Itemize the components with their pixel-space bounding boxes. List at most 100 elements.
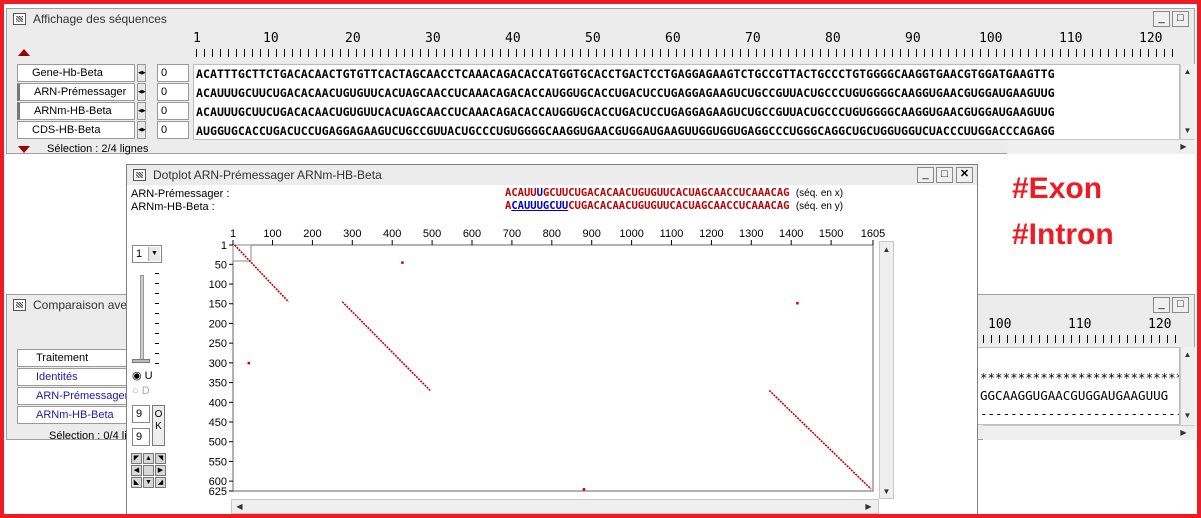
scroll-down-icon[interactable]: ▼: [1181, 124, 1194, 137]
scroll-up-icon[interactable]: ▲: [880, 243, 893, 256]
position-ruler: 1 10 20 30 40 50 60 70 80 90 100 110 120: [193, 31, 1183, 47]
exon-tag: #Exon: [1012, 172, 1103, 205]
y-tick-label: 300: [209, 358, 227, 370]
x-tick-label: 1300: [739, 228, 763, 240]
row-spinner-icon[interactable]: ◀▶: [137, 121, 146, 139]
comparison-line: -------------------------------: [980, 406, 1179, 421]
ruler-label: 40: [505, 31, 521, 46]
selection-status: Sélection : 2/4 lignes: [47, 143, 149, 155]
row-spinner-icon[interactable]: ◀▶: [137, 83, 146, 101]
dotplot-window: Dotplot ARN-Prémessager ARNm-HB-Beta _ □…: [126, 164, 978, 516]
scroll-right-icon[interactable]: ▶: [1177, 426, 1190, 439]
comparison-row-label[interactable]: Traitement: [17, 349, 133, 367]
ruler-label: 70: [745, 31, 761, 46]
x-tick-label: 700: [503, 228, 521, 240]
x-tick-label: 1: [230, 228, 236, 240]
scroll-up-arrow-icon[interactable]: [18, 49, 30, 56]
ruler-label: 30: [425, 31, 441, 46]
ruler-label: 120: [1139, 31, 1163, 46]
y-tick-label: 150: [209, 299, 227, 311]
comparison-horizontal-scrollbar[interactable]: ▶: [983, 425, 1195, 440]
y-tick-label: 350: [209, 378, 227, 390]
sequence-line: ACAUUUGCUUCUGACACAACUGUGUUCACUAGCAACCUCA…: [196, 86, 1055, 100]
y-tick-label: 100: [209, 279, 227, 291]
match-dot: [247, 361, 251, 365]
scroll-down-arrow-icon[interactable]: [18, 146, 30, 153]
window-icon: [13, 13, 26, 25]
sequence-row-label[interactable]: Gene-Hb-Beta: [17, 64, 135, 82]
minimize-button[interactable]: _: [1153, 297, 1170, 313]
window-title: Affichage des séquences: [33, 12, 167, 26]
x-tick-label: 1400: [779, 228, 803, 240]
scroll-down-icon[interactable]: ▼: [1181, 409, 1194, 422]
x-tick-label: 200: [303, 228, 321, 240]
row-offset-field[interactable]: 0: [157, 121, 189, 139]
sequence-line: ACAUUUGCUUCUGACACAACUGUGUUCACUAGCAACCUCA…: [196, 105, 1055, 119]
scroll-down-icon[interactable]: ▼: [880, 485, 893, 498]
x-tick-label: 1605: [861, 228, 885, 240]
window-icon: [13, 299, 26, 311]
window-title: Comparaison avec: [33, 298, 134, 312]
x-tick-label: 800: [543, 228, 561, 240]
comparison-line: *****************************: [980, 370, 1180, 385]
ruler-label: 20: [345, 31, 361, 46]
dotplot-horizontal-scrollbar[interactable]: ◀ ▶: [231, 499, 879, 514]
row-spinner-icon[interactable]: ◀▶: [137, 102, 146, 120]
sequence-horizontal-scrollbar[interactable]: ▶: [1007, 139, 1195, 154]
x-tick-label: 100: [263, 228, 281, 240]
selection-status: Sélection : 0/4 li: [49, 430, 127, 442]
comparison-row-label[interactable]: ARN-Prémessager: [17, 387, 133, 405]
comparison-vertical-scrollbar[interactable]: ▲ ▼: [1180, 347, 1195, 425]
ruler-ticks: [983, 335, 1180, 343]
ruler-label: 120: [1148, 317, 1172, 332]
comparison-row-label[interactable]: ARNm-HB-Beta: [17, 406, 133, 424]
x-tick-label: 1100: [660, 228, 684, 240]
ruler-label: 60: [665, 31, 681, 46]
scroll-right-icon[interactable]: ▶: [862, 500, 875, 513]
comparison-sequence-area[interactable]: ***************************** GGCAAGGUGAA…: [977, 347, 1180, 425]
row-offset-field[interactable]: 0: [157, 102, 189, 120]
scroll-up-icon[interactable]: ▲: [1181, 65, 1194, 78]
match-dot: [796, 301, 799, 305]
sequence-row-label[interactable]: CDS-HB-Beta: [17, 121, 135, 139]
maximize-button[interactable]: □: [1172, 297, 1189, 313]
y-tick-label: 200: [209, 318, 227, 330]
match-dot: [582, 488, 586, 491]
match-dot: [401, 261, 404, 264]
x-tick-label: 500: [423, 228, 441, 240]
y-tick-label: 250: [209, 338, 227, 350]
scroll-left-icon[interactable]: ◀: [233, 500, 246, 513]
sequence-display-titlebar[interactable]: Affichage des séquences _ □: [7, 9, 1194, 29]
sequence-row-label[interactable]: ARN-Prémessager: [17, 83, 135, 101]
ruler-label: 100: [988, 317, 1012, 332]
sequence-area[interactable]: ACATTTGCTTCTGACACAACTGTGTTCACTAGCAACCTCA…: [193, 64, 1180, 140]
comparison-line: GGCAAGGUGAACGUGGAUGAAGUUG: [980, 388, 1169, 403]
row-spinner-icon[interactable]: ◀▶: [137, 64, 146, 82]
ruler-label: 10: [263, 31, 279, 46]
row-offset-field[interactable]: 0: [157, 83, 189, 101]
sequence-line: AUGGUGCACCUGACUCCUGAGGAGAAGUCUGCCGUUACUG…: [196, 124, 1055, 138]
row-offset-field[interactable]: 0: [157, 64, 189, 82]
sequence-row-label[interactable]: ARNm-HB-Beta: [17, 102, 135, 120]
comparison-row-label[interactable]: Identités: [17, 368, 133, 386]
ruler-label: 80: [825, 31, 841, 46]
y-tick-label: 625: [209, 486, 227, 498]
x-tick-label: 400: [383, 228, 401, 240]
y-tick-label: 550: [209, 456, 227, 468]
x-tick-label: 1000: [619, 228, 643, 240]
ruler-label: 50: [585, 31, 601, 46]
dotplot-chart[interactable]: 1 100 200 300 400 500 600 700 800 900 1000 1100 1200…: [127, 165, 979, 517]
x-tick-label: 900: [583, 228, 601, 240]
ruler-label: 1: [193, 31, 201, 46]
scroll-up-icon[interactable]: ▲: [1181, 348, 1194, 361]
y-tick-label: 1: [221, 240, 227, 252]
y-tick-label: 50: [215, 259, 227, 271]
maximize-button[interactable]: □: [1172, 11, 1189, 27]
ruler-ticks: [196, 49, 1180, 57]
x-tick-label: 1200: [699, 228, 723, 240]
scroll-right-icon[interactable]: ▶: [1177, 140, 1190, 153]
sequence-vertical-scrollbar[interactable]: ▲ ▼: [1180, 64, 1195, 140]
minimize-button[interactable]: _: [1153, 11, 1170, 27]
dotplot-vertical-scrollbar[interactable]: ▲ ▼: [879, 241, 894, 499]
x-tick-label: 1500: [819, 228, 843, 240]
